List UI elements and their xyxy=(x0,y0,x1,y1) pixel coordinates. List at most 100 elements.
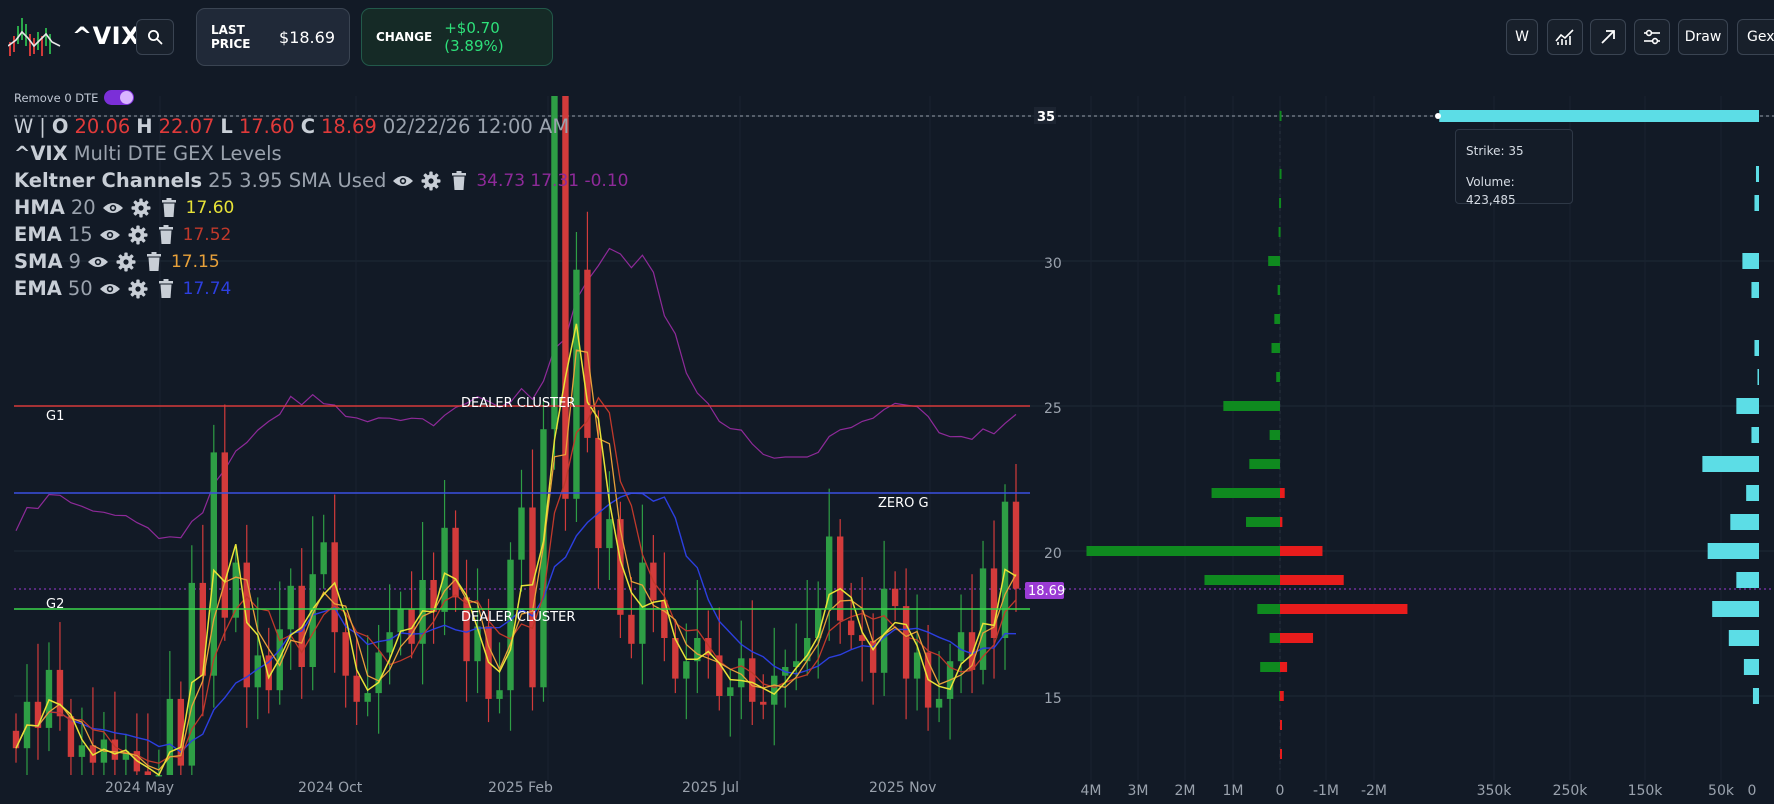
candle-body xyxy=(210,452,218,676)
gex-bars xyxy=(1086,110,1408,770)
gex-negative-bar xyxy=(1280,546,1323,556)
indicator-name: Keltner Channels xyxy=(14,169,203,192)
trash-icon[interactable] xyxy=(155,278,177,300)
volume-axis-label: 350k xyxy=(1477,783,1513,799)
g2-dealer-cluster-label: DEALER CLUSTER xyxy=(461,610,575,625)
gear-icon[interactable] xyxy=(127,224,149,246)
indicator-params: 50 xyxy=(67,277,93,300)
time-label: 2024 May xyxy=(105,780,174,796)
candle-body xyxy=(935,698,943,708)
volume-axis-label: 50k xyxy=(1708,783,1735,799)
ohlc-low: 17.60 xyxy=(238,115,295,138)
volume-bar xyxy=(1712,601,1759,617)
gex-positive-bar xyxy=(1223,401,1280,411)
ohlc-row: W | O 20.06 H 22.07 L 17.60 C 18.69 02/22/26… xyxy=(14,115,570,138)
candle-body xyxy=(199,582,207,676)
eye-icon[interactable] xyxy=(99,224,121,246)
candle-body xyxy=(144,771,152,775)
gex-positive-bar xyxy=(1269,633,1280,643)
gex-axis-label: -1M xyxy=(1313,783,1339,799)
gex-positive-bar xyxy=(1246,517,1280,527)
eye-icon[interactable] xyxy=(99,278,121,300)
volume-bar xyxy=(1439,110,1759,122)
volume-bar xyxy=(1730,514,1759,530)
candle-body xyxy=(56,669,64,717)
gex-positive-bar xyxy=(1271,343,1280,353)
legend-title: ^VIX Multi DTE GEX Levels xyxy=(14,140,628,167)
candle-body xyxy=(342,632,349,676)
eye-icon[interactable] xyxy=(392,170,414,192)
candle-body xyxy=(518,507,525,560)
ohlc-datetime: 02/22/26 12:00 AM xyxy=(382,115,570,138)
strike-highlight-label: 35 xyxy=(1037,110,1055,125)
volume-bar xyxy=(1702,456,1759,472)
time-label: 2024 Oct xyxy=(298,780,363,796)
gex-positive-bar xyxy=(1249,459,1280,469)
volume-bar xyxy=(1736,398,1759,414)
volume-bar xyxy=(1707,543,1759,559)
candle-body xyxy=(683,661,690,679)
candle-body xyxy=(749,658,756,702)
trash-icon[interactable] xyxy=(158,197,180,219)
indicator-values: 34.73 17.31 -0.10 xyxy=(476,170,629,191)
volume-bar xyxy=(1755,166,1759,182)
ohlc-open-label: O xyxy=(51,115,69,138)
indicator-values: 17.60 xyxy=(185,197,235,218)
indicator-row: SMA 9 17.15 xyxy=(14,248,628,275)
gear-icon[interactable] xyxy=(130,197,152,219)
price-tick: 15 xyxy=(1044,691,1062,707)
time-axis: 2024 May 2024 Oct 2025 Feb 2025 Jul 2025… xyxy=(105,780,936,796)
gex-axis-label: 3M xyxy=(1128,783,1149,799)
gear-icon[interactable] xyxy=(127,278,149,300)
gex-positive-bar xyxy=(1279,169,1282,179)
indicator-name: SMA xyxy=(14,250,63,273)
volume-bar xyxy=(1746,485,1759,501)
volume-bar xyxy=(1752,688,1759,704)
gex-positive-bar xyxy=(1276,372,1280,382)
volume-bar xyxy=(1757,369,1759,385)
candle-body xyxy=(573,269,580,499)
indicator-name: EMA xyxy=(14,277,62,300)
volume-axis-label: 250k xyxy=(1553,783,1589,799)
eye-icon[interactable] xyxy=(87,251,109,273)
gex-positive-bar xyxy=(1279,198,1282,208)
gex-positive-bar xyxy=(1269,430,1280,440)
indicator-values: 17.52 xyxy=(182,224,232,245)
gex-positive-bar xyxy=(1260,662,1280,672)
indicator-values: 17.15 xyxy=(170,251,220,272)
indicator-row: HMA 20 17.60 xyxy=(14,194,628,221)
candle-body xyxy=(847,620,855,636)
trash-icon[interactable] xyxy=(155,224,177,246)
candle-body xyxy=(760,701,767,705)
indicator-params: 25 3.95 SMA Used xyxy=(208,169,387,192)
candle-body xyxy=(353,675,360,702)
candle-body xyxy=(452,527,459,598)
candle-body xyxy=(375,652,382,694)
chart-legend: W | O 20.06 H 22.07 L 17.60 C 18.69 02/22/26… xyxy=(14,113,628,302)
gear-icon[interactable] xyxy=(115,251,137,273)
candle-body xyxy=(913,652,921,679)
price-tick: 30 xyxy=(1044,256,1062,272)
gex-negative-bar xyxy=(1280,662,1288,672)
time-label: 2025 Feb xyxy=(488,780,553,796)
candle-body xyxy=(891,588,899,607)
sma-9-line xyxy=(15,349,1017,771)
gex-negative-bar xyxy=(1280,749,1282,759)
candle-body xyxy=(45,669,53,728)
g2-label: G2 xyxy=(46,597,64,612)
gex-axis-label: -2M xyxy=(1361,783,1387,799)
trash-icon[interactable] xyxy=(448,170,470,192)
volume-bar xyxy=(1728,630,1759,646)
price-axis: 30 25 20 15 xyxy=(1044,256,1062,707)
gear-icon[interactable] xyxy=(420,170,442,192)
eye-icon[interactable] xyxy=(102,197,124,219)
gex-positive-bar xyxy=(1268,256,1280,266)
gex-axis-label: 2M xyxy=(1175,783,1196,799)
time-label: 2025 Nov xyxy=(869,780,936,796)
candle-body xyxy=(957,632,965,662)
price-tick: 20 xyxy=(1044,546,1062,562)
gex-negative-bar xyxy=(1280,691,1284,701)
time-label: 2025 Jul xyxy=(682,780,739,796)
volume-bar xyxy=(1751,282,1759,298)
trash-icon[interactable] xyxy=(143,251,165,273)
